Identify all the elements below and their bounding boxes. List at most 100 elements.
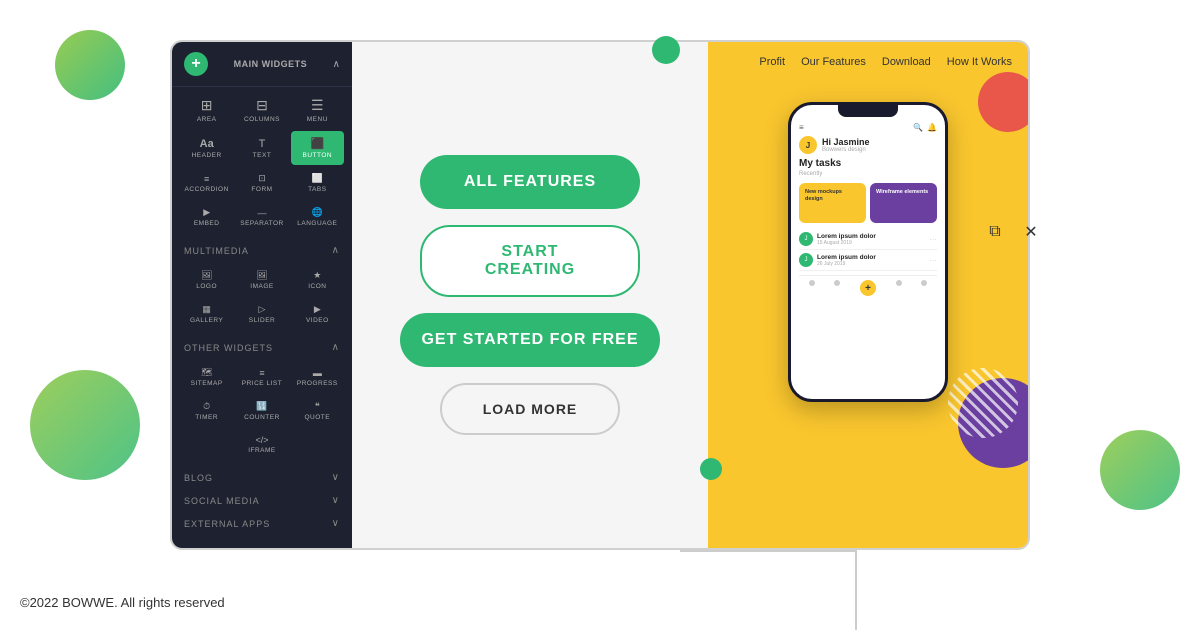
social-collapse-icon: ∨ bbox=[332, 495, 340, 506]
get-started-button[interactable]: GET STARTED FOR FREE bbox=[400, 313, 660, 367]
form-icon: ⊡ bbox=[258, 173, 266, 184]
quote-icon: ❝ bbox=[315, 401, 320, 412]
widget-pricelist[interactable]: ≡ PRICE LIST bbox=[235, 361, 288, 393]
progress-label: PROGRESS bbox=[297, 380, 338, 387]
collapse-main-icon[interactable]: ∧ bbox=[333, 59, 340, 70]
widget-icon-item[interactable]: ★ ICON bbox=[291, 264, 344, 296]
iframe-icon: </> bbox=[255, 435, 268, 445]
blog-section[interactable]: BLOG ∨ bbox=[172, 464, 352, 487]
phone-bell-icon: 🔔 bbox=[927, 123, 937, 132]
phone-list-dots-1: ··· bbox=[929, 235, 937, 244]
timer-label: TIMER bbox=[195, 414, 218, 421]
phone-screen: ≡ 🔍 🔔 J Hi Jasmine Bowwers design My tas… bbox=[791, 117, 945, 306]
load-more-button[interactable]: LOAD MORE bbox=[440, 383, 620, 435]
widget-progress[interactable]: ▬ PROGRESS bbox=[291, 361, 344, 393]
social-media-title: SOCIAL MEDIA bbox=[184, 496, 260, 506]
widget-columns[interactable]: ⊟ COLUMNS bbox=[235, 91, 288, 129]
widget-language[interactable]: 🌐 LANGUAGE bbox=[291, 201, 344, 233]
phone-menu-icon: ≡ bbox=[799, 123, 804, 132]
icon-icon: ★ bbox=[313, 270, 321, 281]
phone-search-icon: 🔍 bbox=[913, 123, 923, 132]
accordion-label: ACCORDION bbox=[185, 186, 229, 193]
columns-icon: ⊟ bbox=[256, 97, 268, 114]
phone-tasks-subtitle: Recently bbox=[799, 171, 937, 177]
phone-card-1-text: New mockups design bbox=[805, 189, 860, 203]
add-widget-button[interactable]: + bbox=[184, 52, 208, 76]
multimedia-widgets-grid: 🖼 LOGO 🖼 IMAGE ★ ICON ▦ GALLERY ▷ SLIDER… bbox=[172, 260, 352, 334]
nav-download[interactable]: Download bbox=[882, 56, 931, 68]
phone-list-text-2: Lorem ipsum dolor 26 July 2019 bbox=[817, 254, 925, 267]
widget-area[interactable]: ⊞ AREA bbox=[180, 91, 233, 129]
external-apps-title: EXTERNAL APPS bbox=[184, 519, 270, 529]
widget-logo[interactable]: 🖼 LOGO bbox=[180, 264, 233, 296]
video-label: VIDEO bbox=[306, 317, 329, 324]
area-label: AREA bbox=[197, 116, 217, 123]
embed-label: EMBED bbox=[194, 220, 220, 227]
phone-greeting-info: Hi Jasmine Bowwers design bbox=[822, 137, 870, 153]
phone-list-title-1: Lorem ipsum dolor bbox=[817, 233, 925, 240]
widget-slider[interactable]: ▷ SLIDER bbox=[235, 298, 288, 330]
other-widgets-title: OTHER WIDGETS bbox=[184, 343, 273, 353]
other-collapse-icon[interactable]: ∧ bbox=[332, 342, 340, 353]
logo-label: LOGO bbox=[196, 283, 217, 290]
area-icon: ⊞ bbox=[201, 97, 213, 114]
widget-separator[interactable]: — SEPARATOR bbox=[235, 201, 288, 233]
widget-timer[interactable]: ⏱ TIMER bbox=[180, 395, 233, 427]
widget-embed[interactable]: ▶ EMBED bbox=[180, 201, 233, 233]
footer: ©2022 BOWWE. All rights reserved bbox=[20, 595, 225, 610]
widget-menu[interactable]: ☰ MENU bbox=[291, 91, 344, 129]
phone-card-1: New mockups design bbox=[799, 183, 866, 223]
embed-icon: ▶ bbox=[203, 207, 210, 218]
widget-image[interactable]: 🖼 IMAGE bbox=[235, 264, 288, 296]
widget-counter[interactable]: 🔢 COUNTER bbox=[235, 395, 288, 427]
start-creating-button[interactable]: START CREATING bbox=[420, 225, 640, 297]
widget-tabs[interactable]: ⬜ TABS bbox=[291, 167, 344, 199]
phone-bottom-nav: + bbox=[799, 275, 937, 300]
phone-list-item-1: J Lorem ipsum dolor 15 August 2019 ··· bbox=[799, 229, 937, 250]
close-icon[interactable]: ✕ bbox=[1017, 218, 1045, 246]
logo-icon: 🖼 bbox=[201, 270, 212, 281]
all-features-button[interactable]: ALL FEATURES bbox=[420, 155, 640, 209]
external-apps-section[interactable]: EXTERNAL APPS ∨ bbox=[172, 510, 352, 533]
accordion-icon: ≡ bbox=[204, 174, 209, 184]
phone-tasks-title: My tasks bbox=[799, 158, 937, 169]
phone-list-text-1: Lorem ipsum dolor 15 August 2019 bbox=[817, 233, 925, 246]
language-label: LANGUAGE bbox=[297, 220, 337, 227]
phone-list-dots-2: ··· bbox=[929, 256, 937, 265]
widget-sitemap[interactable]: 🗺 SITEMAP bbox=[180, 361, 233, 393]
phone-list-avatar-2: J bbox=[799, 253, 813, 267]
duplicate-icon[interactable]: ⧉ bbox=[981, 218, 1009, 246]
vertical-guide-top bbox=[855, 550, 857, 630]
nav-profit[interactable]: Profit bbox=[759, 56, 785, 68]
blog-collapse-icon: ∨ bbox=[332, 472, 340, 483]
multimedia-collapse-icon[interactable]: ∧ bbox=[332, 245, 340, 256]
form-label: FORM bbox=[251, 186, 272, 193]
widget-button[interactable]: ⬛ BUTTON bbox=[291, 131, 344, 165]
tabs-icon: ⬜ bbox=[312, 173, 323, 184]
pricelist-label: PRICE LIST bbox=[242, 380, 282, 387]
widget-quote[interactable]: ❝ QUOTE bbox=[291, 395, 344, 427]
other-widgets-section: OTHER WIDGETS ∧ bbox=[172, 334, 352, 357]
widget-accordion[interactable]: ≡ ACCORDION bbox=[180, 167, 233, 199]
counter-label: COUNTER bbox=[244, 414, 280, 421]
nav-features[interactable]: Our Features bbox=[801, 56, 866, 68]
widget-form[interactable]: ⊡ FORM bbox=[235, 167, 288, 199]
widget-text[interactable]: T TEXT bbox=[235, 131, 288, 165]
widget-gallery[interactable]: ▦ GALLERY bbox=[180, 298, 233, 330]
quote-label: QUOTE bbox=[305, 414, 331, 421]
widget-header[interactable]: Aa HEADER bbox=[180, 131, 233, 165]
preview-navigation: Profit Our Features Download How It Work… bbox=[708, 42, 1028, 82]
horizontal-guide bbox=[680, 550, 855, 552]
widget-iframe[interactable]: </> IFRAME bbox=[180, 429, 344, 460]
header-label: HEADER bbox=[192, 152, 222, 159]
nav-how-it-works[interactable]: How It Works bbox=[947, 56, 1012, 68]
preview-circle-striped bbox=[948, 368, 1018, 438]
social-media-section[interactable]: SOCIAL MEDIA ∨ bbox=[172, 487, 352, 510]
phone-action-icons: 🔍 🔔 bbox=[913, 123, 937, 132]
widget-video[interactable]: ▶ VIDEO bbox=[291, 298, 344, 330]
bg-circle-bottom-green bbox=[30, 370, 140, 480]
phone-list-item-2: J Lorem ipsum dolor 26 July 2019 ··· bbox=[799, 250, 937, 271]
multimedia-section: MULTIMEDIA ∧ bbox=[172, 237, 352, 260]
bg-circle-preview-top bbox=[652, 36, 680, 64]
phone-nav-profile bbox=[896, 280, 902, 286]
